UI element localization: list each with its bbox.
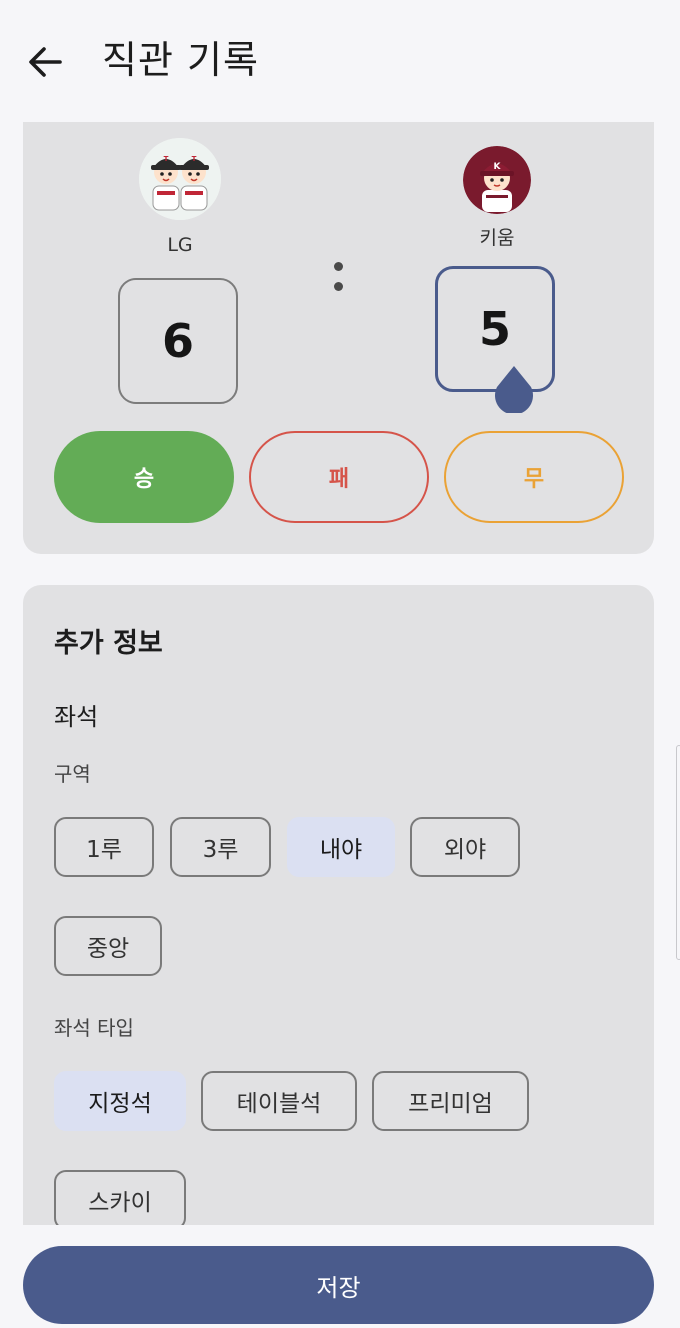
seat-section-title: 좌석 — [54, 703, 99, 731]
away-team-name: 키움 — [479, 227, 515, 249]
zone-chip-infield[interactable]: 내야 — [287, 817, 395, 877]
seat-type-label: 좌석 타입 — [54, 1016, 134, 1040]
result-lose-button[interactable]: 패 — [249, 431, 429, 523]
score-separator-dot-top — [334, 262, 343, 271]
zone-chip-3b[interactable]: 3루 — [170, 817, 271, 877]
score-separator-dot-bottom — [334, 282, 343, 291]
svg-text:T: T — [192, 155, 197, 163]
zone-chip-1b[interactable]: 1루 — [54, 817, 154, 877]
zone-chip-center[interactable]: 중앙 — [54, 916, 162, 976]
scrollbar[interactable] — [676, 745, 680, 960]
result-win-button[interactable]: 승 — [54, 431, 234, 523]
back-button[interactable] — [26, 40, 66, 84]
svg-text:K: K — [494, 162, 502, 172]
seat-type-chip-sky[interactable]: 스카이 — [54, 1170, 186, 1225]
arrow-left-icon — [29, 47, 62, 77]
seat-type-chip-reserved[interactable]: 지정석 — [54, 1071, 186, 1131]
score-card: T T LG K 키움 6 5 승 패 무 — [23, 122, 654, 554]
kiwoom-heroes-mascot-icon: K — [463, 146, 531, 214]
text-cursor-handle[interactable] — [494, 365, 534, 415]
page-title: 직관 기록 — [102, 38, 259, 82]
extra-info-card: 추가 정보 좌석 구역 1루 3루 내야 외야 중앙 좌석 타입 지정석 테이블… — [23, 585, 654, 1225]
svg-text:T: T — [164, 155, 169, 163]
lg-twins-mascot-icon: T T — [139, 138, 221, 220]
extra-info-title: 추가 정보 — [54, 628, 163, 659]
save-button[interactable]: 저장 — [23, 1246, 654, 1324]
seat-type-chip-table[interactable]: 테이블석 — [201, 1071, 357, 1131]
home-team-name: LG — [167, 234, 193, 256]
zone-label: 구역 — [54, 762, 91, 786]
result-draw-button[interactable]: 무 — [444, 431, 624, 523]
zone-chip-outfield[interactable]: 외야 — [410, 817, 520, 877]
seat-type-chip-premium[interactable]: 프리미엄 — [372, 1071, 529, 1131]
home-score-input[interactable]: 6 — [118, 278, 238, 404]
